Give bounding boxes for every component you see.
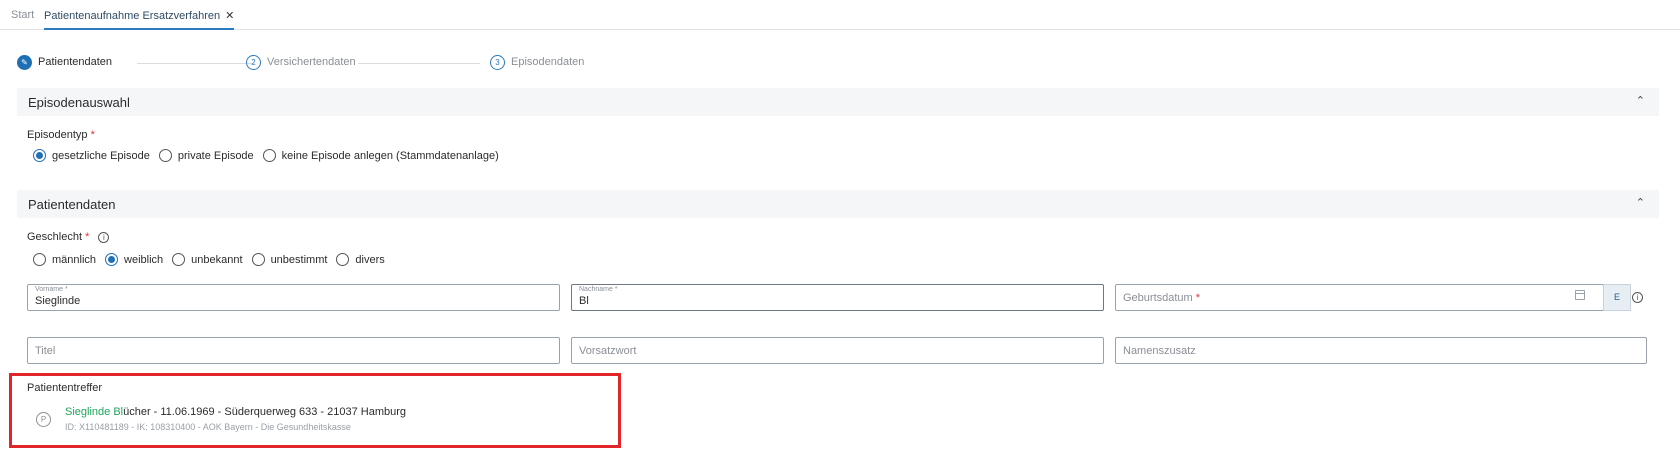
field-placeholder: Namenszusatz	[1123, 345, 1196, 357]
info-icon[interactable]: i	[98, 231, 110, 243]
radio-button[interactable]	[158, 149, 172, 162]
section-header-episodenauswahl[interactable]: Episodenauswahl ⌃	[17, 88, 1659, 116]
step-connector	[137, 63, 255, 64]
field-placeholder: Vorsatzwort	[579, 345, 637, 357]
field-value: Sieglinde	[35, 295, 81, 307]
label-text: Geschlecht	[27, 231, 83, 243]
vorname-field[interactable]: Vorname * Sieglinde	[27, 284, 560, 311]
radio-button[interactable]	[172, 253, 186, 266]
patiententreffer-heading: Patiententreffer	[27, 382, 103, 394]
label-text: Episodentyp	[27, 129, 88, 141]
tab-label: Patientenaufnahme Ersatzverfahren	[44, 10, 221, 22]
radio-button[interactable]	[33, 149, 46, 162]
patient-badge-icon: P	[36, 412, 51, 427]
calendar-icon[interactable]	[1575, 290, 1585, 300]
radio-button[interactable]	[251, 253, 265, 266]
patient-result-item[interactable]: Sieglinde Blücher - 11.06.1969 - Süderqu…	[65, 406, 406, 418]
radio-weiblich[interactable]: weiblich	[105, 253, 163, 266]
radio-unbestimmt[interactable]: unbestimmt	[251, 253, 328, 266]
info-icon[interactable]: i	[1632, 292, 1643, 303]
radio-label: private Episode	[177, 149, 254, 162]
result-details: ID: X110481189 - IK: 108310400 - AOK Bay…	[65, 422, 351, 432]
episodentyp-label: Episodentyp *	[27, 129, 95, 141]
radio-label: gesetzliche Episode	[52, 149, 150, 162]
section-title: Episodenauswahl	[28, 95, 130, 110]
radio-label: divers	[355, 253, 385, 266]
radio-button[interactable]	[33, 253, 46, 266]
radio-button[interactable]	[262, 149, 276, 162]
step-connector	[358, 63, 480, 64]
chevron-up-icon[interactable]: ⌃	[1636, 196, 1645, 209]
step-label-versichertendaten[interactable]: Versichertendaten	[267, 56, 356, 68]
edit-pencil-icon: ✎	[17, 55, 32, 70]
radio-unbekannt[interactable]: unbekannt	[172, 253, 243, 266]
field-placeholder: Geburtsdatum *	[1123, 292, 1201, 304]
field-label: Vorname *	[35, 286, 68, 293]
radio-button[interactable]	[105, 253, 119, 266]
tab-bar: Start Patientenaufnahme Ersatzverfahren ✕	[0, 0, 1680, 30]
required-mark: *	[85, 231, 90, 243]
radio-label: unbekannt	[191, 253, 243, 266]
result-text: ücher - 11.06.1969 - Süderquerweg 633 - …	[123, 406, 407, 418]
field-value: Bl	[579, 295, 589, 307]
step-label-episodendaten[interactable]: Episodendaten	[511, 56, 584, 68]
e-button[interactable]: E	[1603, 284, 1631, 311]
vorsatzwort-field[interactable]: Vorsatzwort	[571, 337, 1104, 364]
radio-maennlich[interactable]: männlich	[33, 253, 96, 266]
geburtsdatum-field[interactable]: Geburtsdatum *	[1115, 284, 1604, 311]
tab-start[interactable]: Start	[11, 9, 34, 21]
step-number-3: 3	[490, 55, 505, 70]
section-title: Patientendaten	[28, 197, 116, 212]
tab-patientenaufnahme[interactable]: Patientenaufnahme Ersatzverfahren ✕	[44, 9, 235, 30]
field-placeholder: Titel	[35, 345, 56, 357]
chevron-up-icon[interactable]: ⌃	[1636, 94, 1645, 107]
radio-button[interactable]	[336, 253, 350, 266]
radio-label: weiblich	[124, 253, 164, 266]
radio-divers[interactable]: divers	[336, 253, 385, 266]
section-header-patientendaten[interactable]: Patientendaten ⌃	[17, 190, 1659, 218]
match-highlight: Sieglinde Bl	[65, 406, 124, 418]
geschlecht-radio-group: männlich weiblich unbekannt unbestimmt d…	[33, 253, 394, 266]
radio-private-episode[interactable]: private Episode	[158, 149, 254, 162]
step-label-patientendaten[interactable]: Patientendaten	[38, 56, 112, 68]
radio-label: unbestimmt	[270, 253, 328, 266]
close-icon[interactable]: ✕	[225, 10, 234, 22]
stepper: ✎ Patientendaten 2 Versichertendaten 3 E…	[17, 54, 617, 72]
titel-field[interactable]: Titel	[27, 337, 560, 364]
namenszusatz-field[interactable]: Namenszusatz	[1115, 337, 1647, 364]
required-mark: *	[90, 129, 95, 141]
nachname-field[interactable]: Nachname * Bl	[571, 284, 1104, 311]
radio-label: männlich	[52, 253, 97, 266]
radio-keine-episode[interactable]: keine Episode anlegen (Stammdatenanlage)	[262, 149, 499, 162]
geschlecht-label: Geschlecht * i	[27, 231, 110, 243]
episodentyp-radio-group: gesetzliche Episode private Episode kein…	[33, 149, 508, 162]
radio-label: keine Episode anlegen (Stammdatenanlage)	[281, 149, 499, 162]
radio-gesetzliche-episode[interactable]: gesetzliche Episode	[33, 149, 150, 162]
field-label: Nachname *	[579, 286, 618, 293]
step-number-2: 2	[246, 55, 261, 70]
